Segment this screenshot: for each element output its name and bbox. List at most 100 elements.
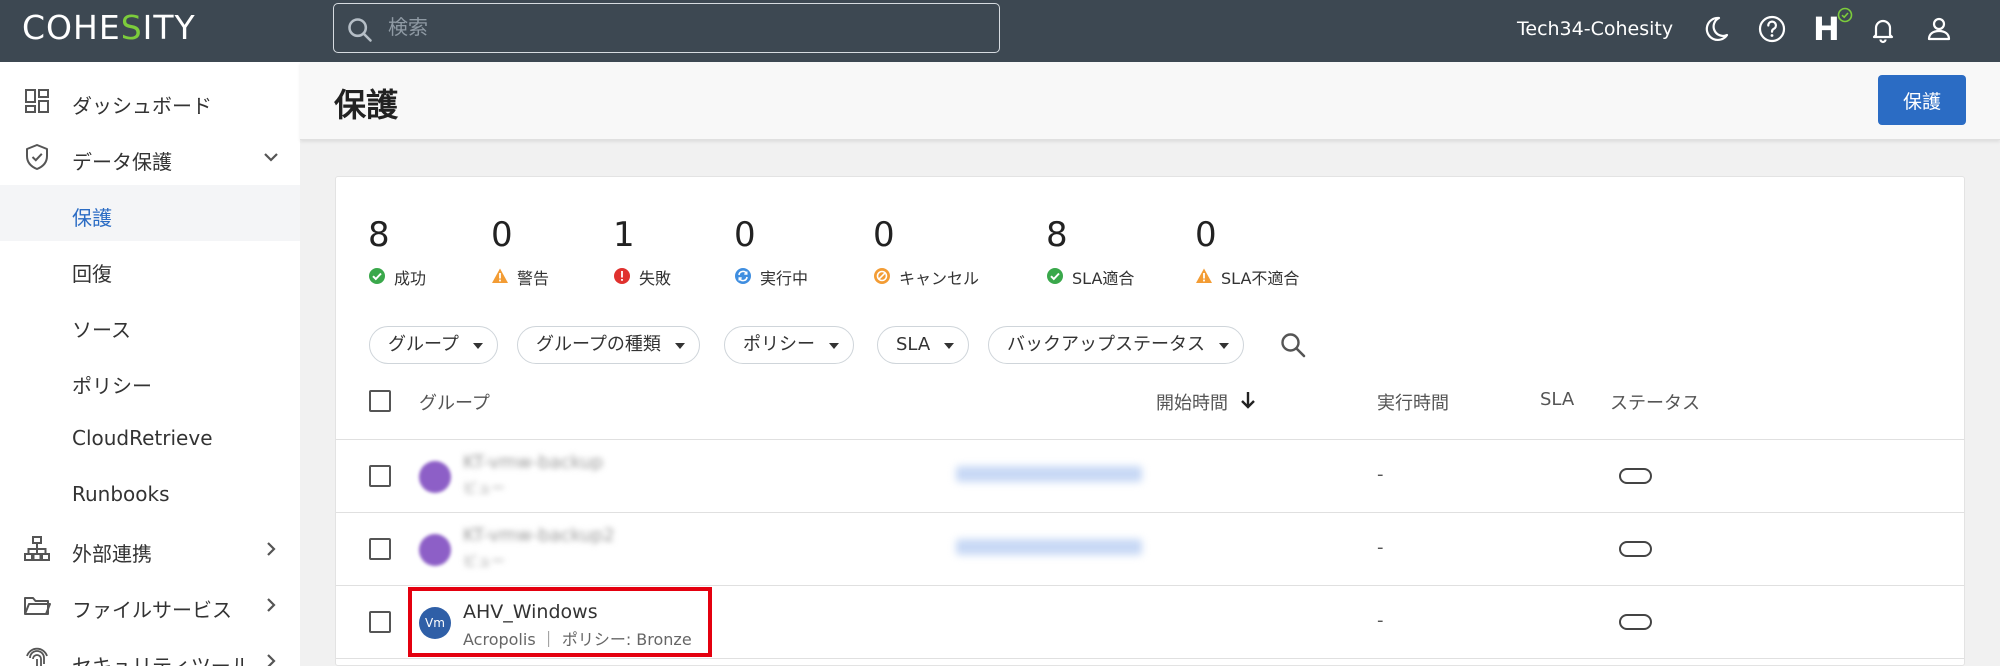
redacted-link (956, 539, 1142, 555)
stat-value: 1 (613, 215, 635, 255)
helios-icon[interactable]: H (1813, 10, 1840, 48)
folder-icon (24, 597, 51, 615)
sidebar: ダッシュボード データ保護 保護 回復 ソース ポリシー CloudRetrie… (0, 62, 300, 666)
sidebar-item-data-protection[interactable]: データ保護 (0, 129, 300, 185)
status-pill-icon[interactable] (1619, 541, 1652, 557)
shield-icon (26, 144, 48, 170)
stat-value: 8 (1046, 215, 1068, 255)
stat-failed[interactable]: 1 失敗 (613, 215, 671, 288)
caret-down-icon (1219, 343, 1229, 349)
hierarchy-icon (24, 536, 50, 561)
dark-mode-icon[interactable] (1700, 13, 1732, 45)
sidebar-item-label: CloudRetrieve (72, 426, 213, 450)
sidebar-item-recovery[interactable]: 回復 (0, 241, 300, 297)
row-checkbox[interactable] (369, 465, 391, 487)
column-header-group[interactable]: グループ (419, 389, 490, 415)
group-name[interactable]: KT-vmw-backup (463, 452, 603, 473)
sidebar-item-protection[interactable]: 保護 (0, 185, 300, 241)
stat-label: キャンセル (899, 269, 980, 288)
group-subtitle: ビュー (463, 554, 505, 570)
sidebar-item-policies[interactable]: ポリシー (0, 353, 300, 409)
running-icon (735, 268, 751, 284)
filter-label: SLA (896, 334, 931, 355)
stat-sla-missed[interactable]: 0 SLA不適合 (1195, 215, 1299, 288)
stat-label: 失敗 (639, 269, 672, 288)
column-header-start-time[interactable]: 開始時間 (1156, 389, 1228, 415)
filter-group[interactable]: グループ (369, 326, 498, 364)
cluster-name[interactable]: Tech34-Cohesity (1517, 18, 1673, 40)
sidebar-item-dashboard[interactable]: ダッシュボード (0, 73, 300, 129)
redacted-link (956, 466, 1142, 482)
sidebar-item-label: セキュリティツール (72, 654, 251, 666)
help-icon[interactable] (1756, 13, 1788, 45)
canceled-icon (874, 268, 890, 284)
filter-label: グループ (388, 334, 459, 355)
stat-sla-met[interactable]: 8 SLA適合 (1046, 215, 1134, 288)
chevron-right-icon (267, 542, 276, 556)
filter-sla[interactable]: SLA (877, 326, 970, 364)
status-pill-icon[interactable] (1619, 614, 1652, 630)
stat-success[interactable]: 8 成功 (368, 215, 426, 288)
filter-label: バックアップステータス (1007, 334, 1205, 355)
sidebar-item-label: ソース (72, 318, 131, 342)
bell-icon[interactable] (1867, 13, 1899, 45)
page-title: 保護 (334, 86, 399, 124)
column-header-sla[interactable]: SLA (1540, 389, 1574, 410)
stat-label: 実行中 (760, 269, 809, 288)
success-check-icon (1047, 268, 1063, 284)
dashboard-icon (25, 89, 49, 113)
stat-canceled[interactable]: 0 キャンセル (873, 215, 979, 288)
sidebar-item-security-tools[interactable]: セキュリティツール (0, 633, 300, 666)
search-icon[interactable] (1278, 330, 1308, 360)
sidebar-item-label: 保護 (72, 206, 112, 230)
sort-down-icon[interactable] (1239, 390, 1257, 410)
search-input[interactable] (388, 4, 988, 50)
stat-label: 警告 (517, 269, 550, 288)
run-time: - (1377, 464, 1384, 485)
filter-label: グループの種類 (536, 334, 661, 355)
sidebar-item-file-services[interactable]: ファイルサービス (0, 577, 300, 633)
select-all-checkbox[interactable] (369, 390, 391, 412)
run-time: - (1377, 537, 1384, 558)
sidebar-item-label: ポリシー (72, 374, 152, 398)
fingerprint-icon (26, 647, 48, 666)
sidebar-item-label: Runbooks (72, 482, 170, 506)
user-icon[interactable] (1923, 13, 1955, 45)
column-header-run-time[interactable]: 実行時間 (1377, 389, 1449, 415)
global-search[interactable] (333, 3, 1000, 53)
table-row[interactable]: KT-vmw-backup ビュー - (336, 439, 1964, 512)
sidebar-item-label: データ保護 (72, 150, 172, 174)
row-checkbox[interactable] (369, 538, 391, 560)
page-header: 保護 保護 (300, 62, 2000, 140)
stat-running[interactable]: 0 実行中 (734, 215, 808, 288)
sidebar-item-cloudretrieve[interactable]: CloudRetrieve (0, 409, 300, 465)
sidebar-item-sources[interactable]: ソース (0, 297, 300, 353)
table-row[interactable]: KT-vmw-backup2 ビュー - (336, 512, 1964, 585)
chevron-right-icon (267, 654, 276, 666)
sidebar-item-integrations[interactable]: 外部連携 (0, 521, 300, 577)
filter-group-type[interactable]: グループの種類 (517, 326, 700, 364)
stat-label: SLA適合 (1072, 269, 1135, 288)
filter-backup-status[interactable]: バックアップステータス (988, 326, 1244, 364)
error-icon (614, 268, 630, 284)
sidebar-item-label: ファイルサービス (72, 598, 232, 622)
column-header-status[interactable]: ステータス (1610, 389, 1700, 415)
stat-value: 0 (734, 215, 756, 255)
caret-down-icon (829, 343, 839, 349)
search-icon (348, 18, 372, 42)
filter-policy[interactable]: ポリシー (724, 326, 854, 364)
group-name[interactable]: KT-vmw-backup2 (463, 525, 615, 546)
connected-check-icon (1837, 7, 1853, 23)
status-pill-icon[interactable] (1619, 468, 1652, 484)
highlight-annotation (408, 587, 712, 657)
row-checkbox[interactable] (369, 611, 391, 633)
protect-button[interactable]: 保護 (1878, 75, 1966, 125)
run-time: - (1377, 610, 1384, 631)
warning-icon (492, 268, 508, 283)
cohesity-logo[interactable]: COHESITY (22, 8, 196, 47)
stat-value: 0 (491, 215, 513, 255)
stat-warning[interactable]: 0 警告 (491, 215, 549, 288)
sidebar-item-runbooks[interactable]: Runbooks (0, 465, 300, 521)
group-subtitle: ビュー (463, 481, 505, 497)
sidebar-item-label: 回復 (72, 262, 112, 286)
